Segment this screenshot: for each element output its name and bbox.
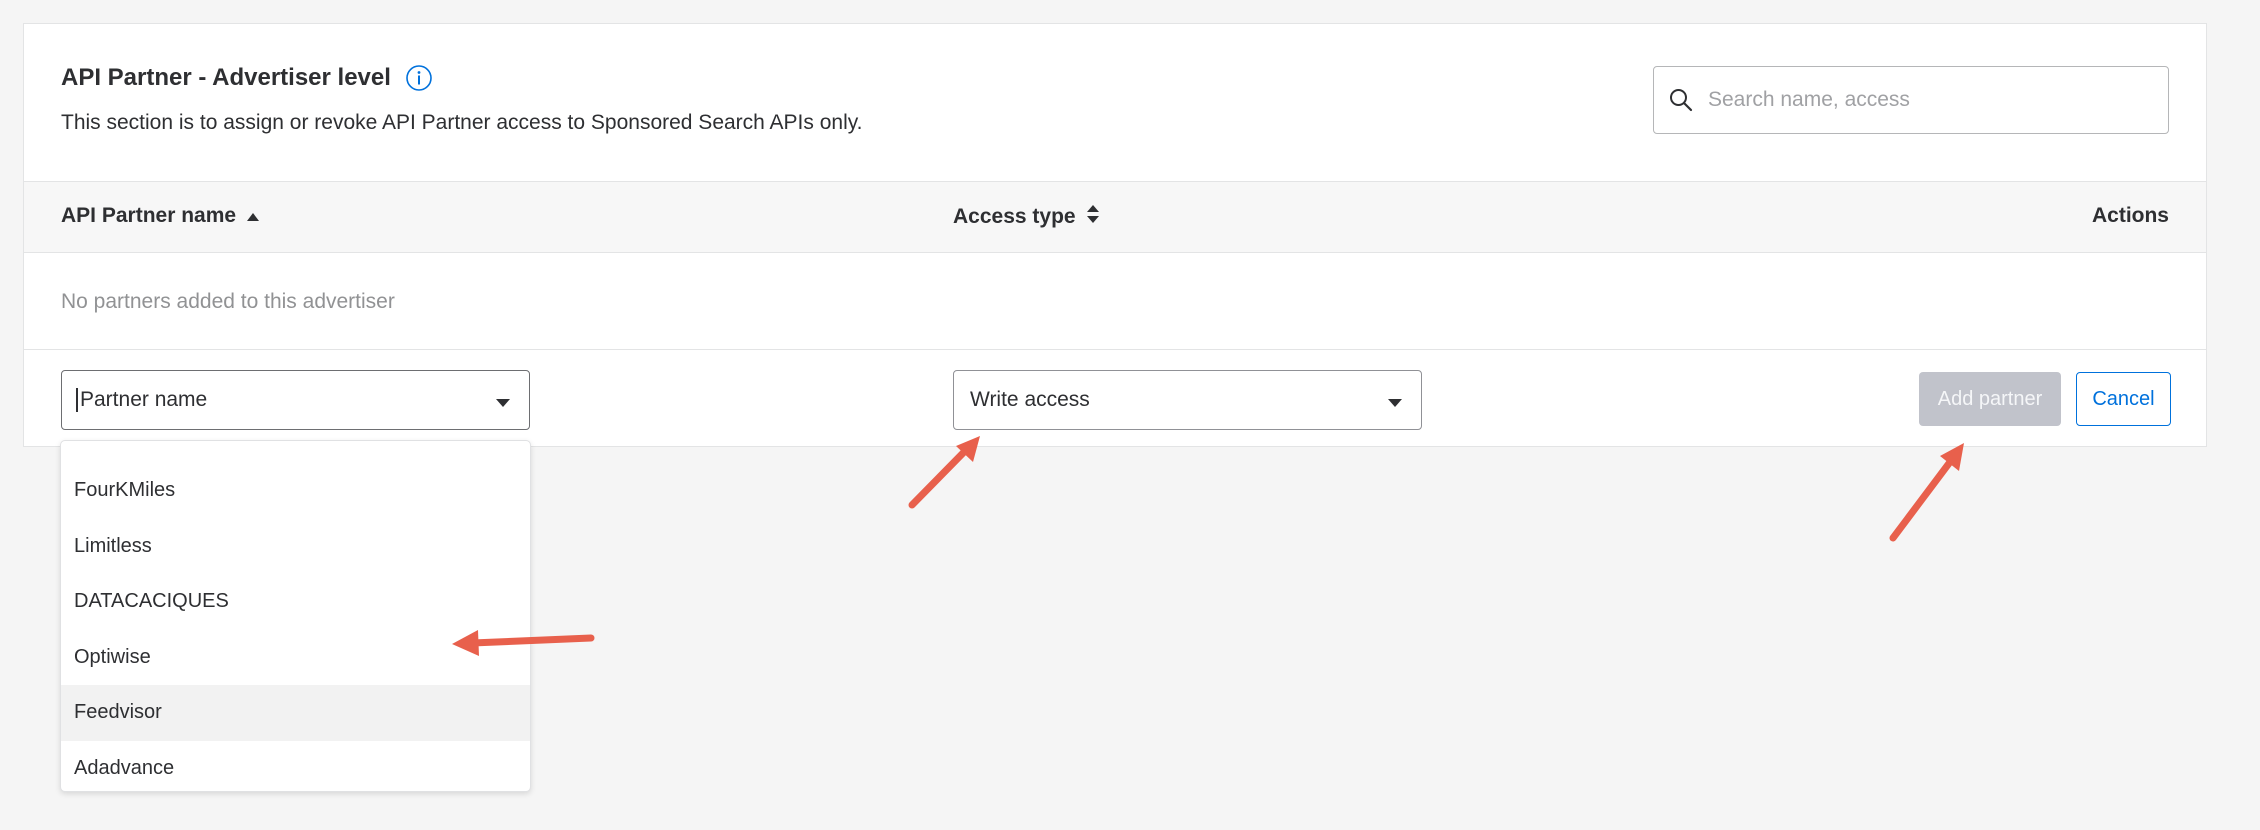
column-header-access-type[interactable]: Access type [953,204,1100,230]
search-box[interactable] [1653,66,2169,134]
page-title: API Partner - Advertiser level [61,64,391,91]
cancel-button[interactable]: Cancel [2076,372,2171,426]
access-type-select[interactable]: Write access [953,370,1422,430]
dropdown-option[interactable]: Optiwise [61,630,530,686]
sort-ascending-icon[interactable] [246,204,260,228]
column-label: API Partner name [61,204,237,227]
empty-state-row: No partners added to this advertiser [24,253,2206,350]
chevron-down-icon[interactable] [495,395,511,407]
access-type-value: Write access [970,388,1090,411]
table-header: API Partner name Access type Actions [24,181,2206,253]
column-label: Actions [2091,204,2169,227]
partner-dropdown-menu: FourKMiles Limitless DATACACIQUES Optiwi… [60,440,531,792]
column-header-partner-name[interactable]: API Partner name [61,204,260,228]
annotation-arrow-add [1889,443,1964,542]
dropdown-option[interactable]: Limitless [61,519,530,575]
dropdown-option-highlighted[interactable]: Feedvisor [61,685,530,741]
add-partner-button[interactable]: Add partner [1919,372,2061,426]
empty-state-message: No partners added to this advertiser [61,290,395,313]
sort-icon[interactable] [1086,204,1100,230]
column-label: Access type [953,205,1076,228]
search-input[interactable] [1706,87,2150,113]
partner-name-select[interactable]: Partner name [61,370,530,430]
dropdown-option[interactable]: DATACACIQUES [61,574,530,630]
section-description: This section is to assign or revoke API … [61,111,863,134]
chevron-down-icon[interactable] [1387,395,1403,407]
api-partner-panel: API Partner - Advertiser level This sect… [23,23,2207,447]
partner-name-placeholder: Partner name [80,388,208,411]
title-row: API Partner - Advertiser level [61,64,433,92]
info-icon[interactable] [405,64,433,92]
column-header-actions: Actions [2092,204,2169,228]
text-cursor [76,388,78,412]
dropdown-option[interactable]: FourKMiles [61,463,530,519]
search-icon [1668,87,1694,113]
dropdown-option[interactable]: Adadvance [61,741,530,797]
